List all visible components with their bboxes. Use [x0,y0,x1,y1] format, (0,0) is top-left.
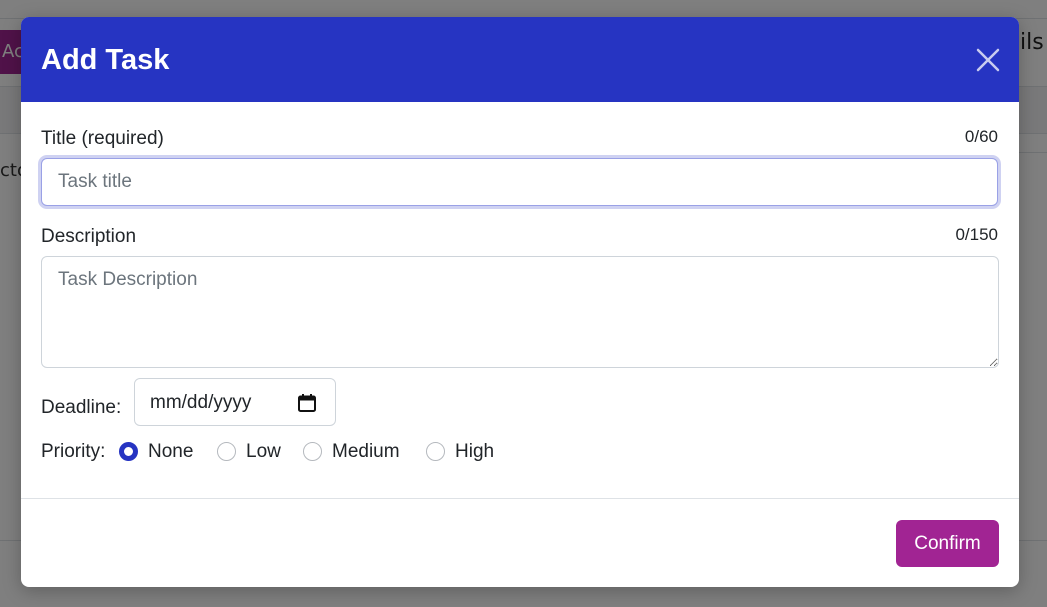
description-char-counter: 0/150 [955,225,998,244]
close-icon [976,48,1000,72]
priority-option-medium-label[interactable]: Medium [332,441,400,463]
description-textarea[interactable] [41,256,999,368]
title-char-counter: 0/60 [964,127,998,146]
title-label: Title (required) [41,128,164,149]
close-button[interactable] [973,45,1003,75]
priority-label: Priority: [41,441,106,462]
confirm-button[interactable]: Confirm [896,520,999,567]
add-task-modal: Add Task Title (required) 0/60 Descripti… [21,17,1019,587]
footer-divider [21,498,1019,499]
calendar-icon[interactable] [297,393,317,413]
priority-radio-none[interactable] [119,442,138,461]
priority-option-none-label[interactable]: None [148,441,193,463]
priority-radio-low[interactable] [217,442,236,461]
deadline-date-placeholder: mm/dd/yyyy [150,392,252,413]
deadline-date-input[interactable]: mm/dd/yyyy [134,378,336,426]
description-label: Description [41,226,137,247]
title-input[interactable] [41,158,998,206]
modal-title: Add Task [41,44,170,76]
priority-option-high-label[interactable]: High [455,441,494,463]
priority-radio-medium[interactable] [303,442,322,461]
priority-radio-high[interactable] [426,442,445,461]
modal-header: Add Task [21,17,1019,102]
deadline-label: Deadline: [41,397,122,418]
priority-option-low-label[interactable]: Low [246,441,281,463]
